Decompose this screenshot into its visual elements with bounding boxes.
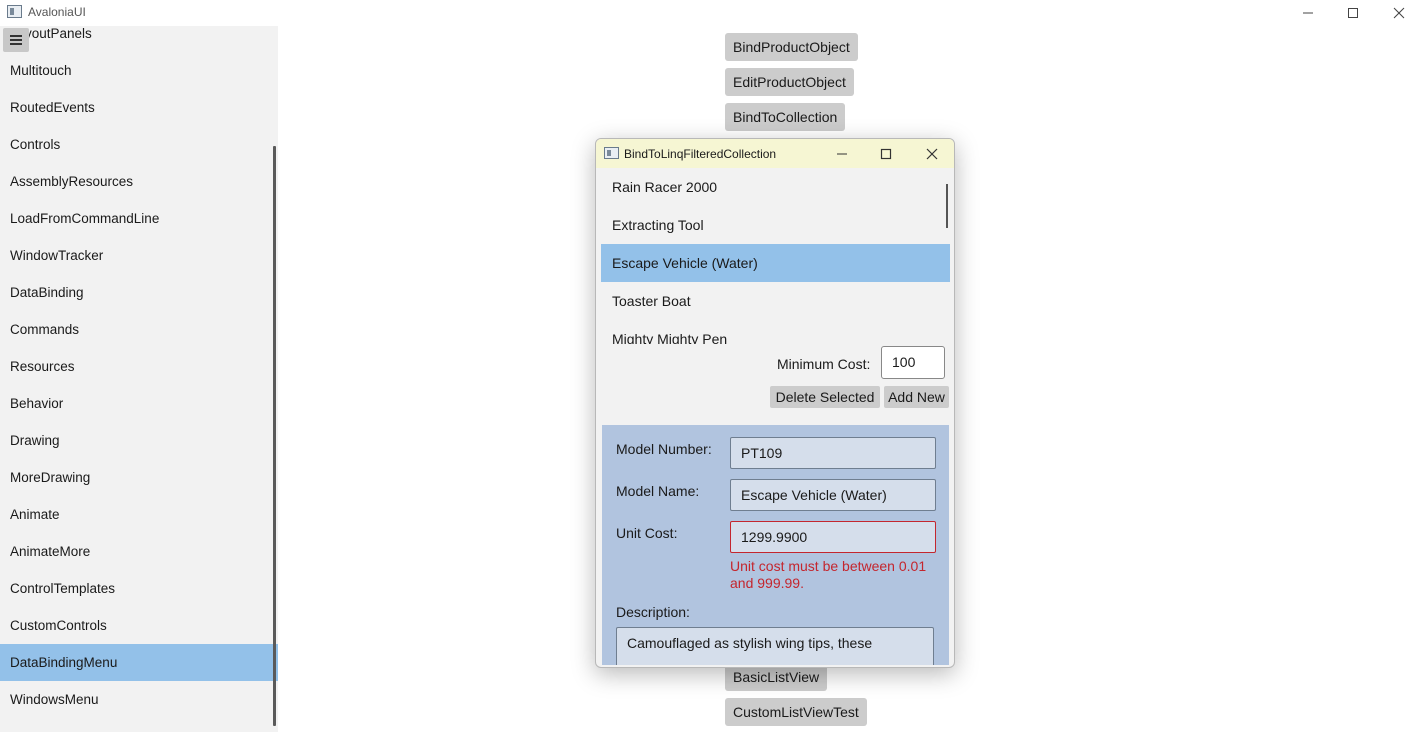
description-field[interactable]: Camouflaged as stylish wing tips, these — [616, 627, 934, 665]
close-icon — [926, 148, 938, 160]
sidebar-item-multitouch[interactable]: Multitouch — [0, 52, 278, 89]
edit-product-object-button[interactable]: EditProductObject — [725, 68, 854, 96]
list-item[interactable]: Mighty Mighty Pen — [601, 320, 950, 344]
sidebar-item-layoutpanels[interactable]: LayoutPanels — [0, 26, 278, 52]
product-details-panel: Model Number: PT109 Model Name: Escape V… — [602, 425, 949, 665]
close-button[interactable] — [1376, 0, 1418, 26]
model-name-label: Model Name: — [616, 483, 700, 499]
sidebar-list: LayoutPanels Multitouch RoutedEvents Con… — [0, 26, 278, 718]
title-bar: AvaloniaUI — [0, 0, 1418, 26]
dialog-title-bar: BindToLinqFilteredCollection — [596, 139, 954, 168]
sidebar-scrollbar[interactable] — [273, 146, 276, 726]
sidebar-item-moredrawing[interactable]: MoreDrawing — [0, 459, 278, 496]
sidebar-item-windowsmenu[interactable]: WindowsMenu — [0, 681, 278, 718]
list-item[interactable]: Rain Racer 2000 — [601, 168, 950, 206]
list-item-selected[interactable]: Escape Vehicle (Water) — [601, 244, 950, 282]
model-name-field[interactable]: Escape Vehicle (Water) — [730, 479, 936, 511]
minimum-cost-label: Minimum Cost: — [777, 356, 871, 372]
bind-to-collection-button[interactable]: BindToCollection — [725, 103, 846, 131]
model-number-field[interactable]: PT109 — [730, 437, 936, 469]
sidebar-item-behavior[interactable]: Behavior — [0, 385, 278, 422]
minimum-cost-input[interactable]: 100 — [881, 346, 945, 379]
dialog-title: BindToLinqFilteredCollection — [624, 147, 777, 161]
minimize-button[interactable] — [1285, 0, 1331, 26]
sidebar-item-assemblyresources[interactable]: AssemblyResources — [0, 163, 278, 200]
delete-selected-button[interactable]: Delete Selected — [770, 386, 880, 408]
sidebar-item-loadfromcommandline[interactable]: LoadFromCommandLine — [0, 200, 278, 237]
product-list[interactable]: Rain Racer 2000 Extracting Tool Escape V… — [601, 168, 950, 344]
list-item[interactable]: Toaster Boat — [601, 282, 950, 320]
maximize-button[interactable] — [1330, 0, 1376, 26]
unit-cost-label: Unit Cost: — [616, 525, 678, 541]
window-title: AvaloniaUI — [28, 5, 86, 19]
sidebar-item-routedevents[interactable]: RoutedEvents — [0, 89, 278, 126]
maximize-icon — [1348, 8, 1358, 18]
sidebar-item-animate[interactable]: Animate — [0, 496, 278, 533]
dialog-close-button[interactable] — [912, 141, 952, 167]
list-item[interactable]: Extracting Tool — [601, 206, 950, 244]
minimize-icon — [837, 153, 847, 155]
minimize-icon — [1303, 12, 1313, 14]
hamburger-menu-button[interactable] — [3, 28, 29, 52]
unit-cost-field[interactable]: 1299.9900 — [730, 521, 936, 553]
sidebar-item-controls[interactable]: Controls — [0, 126, 278, 163]
filtered-collection-dialog: BindToLinqFilteredCollection Rain Racer … — [595, 138, 955, 668]
sidebar-item-windowtracker[interactable]: WindowTracker — [0, 237, 278, 274]
sidebar-item-resources[interactable]: Resources — [0, 348, 278, 385]
sidebar-item-commands[interactable]: Commands — [0, 311, 278, 348]
bind-product-object-button[interactable]: BindProductObject — [725, 33, 858, 61]
dialog-maximize-button[interactable] — [866, 141, 906, 167]
sidebar-item-drawing[interactable]: Drawing — [0, 422, 278, 459]
sidebar-item-databinding[interactable]: DataBinding — [0, 274, 278, 311]
custom-list-view-test-button[interactable]: CustomListViewTest — [725, 698, 867, 726]
sidebar-item-customcontrols[interactable]: CustomControls — [0, 607, 278, 644]
add-new-button[interactable]: Add New — [884, 386, 949, 408]
app-icon — [7, 5, 22, 18]
dialog-minimize-button[interactable] — [822, 141, 862, 167]
sidebar-item-controltemplates[interactable]: ControlTemplates — [0, 570, 278, 607]
model-number-label: Model Number: — [616, 441, 712, 457]
product-list-scrollbar[interactable] — [946, 184, 948, 228]
dialog-app-icon — [604, 147, 619, 159]
close-icon — [1393, 7, 1405, 19]
hamburger-icon — [10, 35, 22, 45]
description-label: Description: — [616, 604, 690, 620]
sidebar-item-databindingmenu[interactable]: DataBindingMenu — [0, 644, 278, 681]
maximize-icon — [880, 148, 892, 160]
sidebar-item-animatemore[interactable]: AnimateMore — [0, 533, 278, 570]
sidebar: LayoutPanels Multitouch RoutedEvents Con… — [0, 26, 278, 732]
unit-cost-error-message: Unit cost must be between 0.01 and 999.9… — [730, 558, 927, 591]
